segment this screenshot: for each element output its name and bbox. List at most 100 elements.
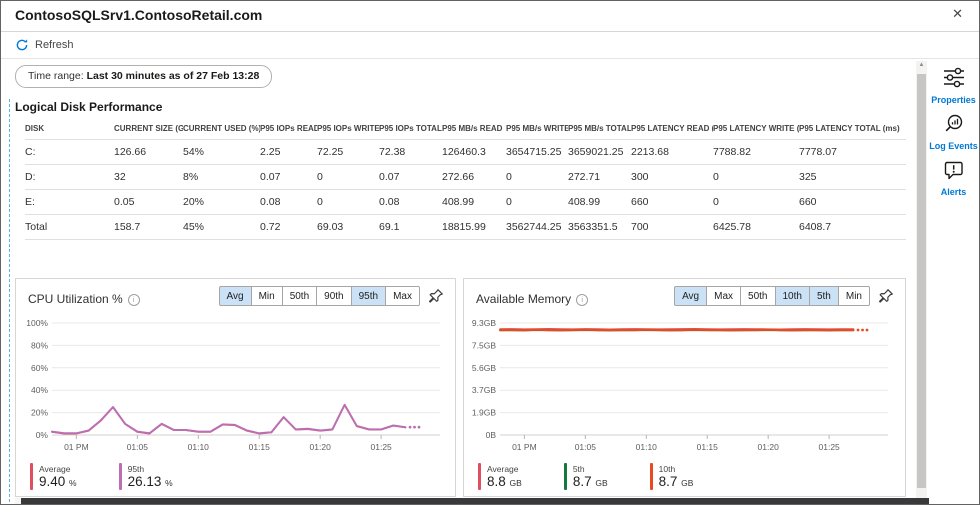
scroll-up-icon[interactable]: ▲ (916, 62, 927, 68)
table-cell: 0.72 (260, 214, 317, 240)
legend-value: 26.13 % (127, 474, 173, 489)
rail-item-label: Alerts (940, 187, 967, 197)
trailing-dot (408, 425, 412, 429)
legend-item: Average 8.8 GB (478, 463, 522, 491)
series-line-95th (51, 403, 407, 435)
table-cell: 6425.78 (713, 214, 799, 240)
alerts-icon (942, 161, 965, 185)
table-cell: 0.07 (379, 164, 442, 190)
left-dashed-guide (9, 99, 10, 502)
table-cell: 8% (183, 164, 260, 190)
legend-item: Average 9.40 % (30, 463, 77, 491)
table-cell: Total (25, 214, 114, 240)
refresh-icon (15, 38, 29, 52)
trailing-dot (856, 328, 860, 332)
legend-unit: GB (509, 478, 522, 488)
x-axis-label: 01:20 (310, 442, 332, 452)
agg-toggle-min[interactable]: Min (250, 286, 283, 306)
horizontal-scrollbar-thumb[interactable] (21, 498, 933, 504)
rail-item-log-events[interactable]: Log Events (929, 114, 978, 151)
section-title: Logical Disk Performance (15, 100, 163, 114)
legend-unit: % (165, 478, 173, 488)
rail-item-properties[interactable]: Properties (929, 66, 978, 105)
column-header: CURRENT SIZE (GB) (114, 117, 183, 140)
legend-value: 8.7 GB (658, 474, 694, 489)
vertical-scrollbar-thumb[interactable] (917, 74, 926, 488)
chart-legend: Average 9.40 % 95th 26.13 % (30, 463, 173, 491)
legend-value: 8.8 GB (487, 474, 522, 489)
chart-title: Available Memory i (476, 292, 589, 306)
legend-color-bar (118, 463, 122, 490)
agg-toggle-avg[interactable]: Avg (218, 286, 252, 306)
agg-toggle-50th[interactable]: 50th (281, 286, 318, 306)
app-window: ContosoSQLSrv1.ContosoRetail.com ✕ Refre… (0, 0, 980, 505)
info-icon[interactable]: i (127, 294, 140, 306)
agg-toggle-min[interactable]: Min (837, 286, 870, 306)
table-cell: 20% (183, 189, 260, 215)
agg-toggle-5th[interactable]: 5th (808, 286, 839, 306)
y-axis-label: 100% (26, 318, 48, 328)
legend-value: 8.7 GB (572, 474, 608, 489)
column-header: P95 LATENCY TOTAL (ms) (799, 117, 906, 140)
agg-toggle-95th[interactable]: 95th (350, 286, 387, 306)
toolbar: Refresh (1, 32, 979, 59)
table-cell: 3563351.5 (568, 214, 631, 240)
time-range-prefix: Time range: (28, 70, 87, 82)
table-cell: 0.05 (114, 189, 183, 215)
agg-toggle-90th[interactable]: 90th (316, 286, 352, 306)
y-axis-label: 7.5GB (472, 340, 496, 350)
table-row: Total 158.7 45% 0.72 69.03 69.1 18815.99 356274… (25, 214, 906, 240)
table-cell: 272.71 (568, 164, 631, 190)
table-cell: E: (25, 189, 114, 215)
agg-toggle-50th[interactable]: 50th (740, 286, 776, 306)
close-icon[interactable]: ✕ (952, 6, 963, 22)
legend-label: 95th (127, 464, 145, 474)
x-axis-label: 01:25 (819, 442, 841, 452)
agg-toggle-max[interactable]: Max (706, 286, 742, 306)
vertical-scrollbar: ▲ (916, 61, 927, 498)
pin-icon[interactable] (427, 288, 445, 306)
legend-unit: GB (681, 478, 694, 488)
legend-color-bar (649, 463, 653, 490)
refresh-button[interactable]: Refresh (13, 36, 76, 54)
legend-color-bar (30, 463, 33, 490)
x-axis-label: 01:05 (127, 442, 149, 452)
table-cell: 300 (631, 164, 713, 190)
legend-label: 5th (572, 464, 585, 474)
time-range-value: Last 30 minutes as of 27 Feb 13:28 (86, 70, 260, 82)
legend-item: 95th 26.13 % (118, 463, 173, 491)
table-cell: 3659021.25 (568, 139, 631, 165)
legend-label: Average (487, 464, 519, 474)
column-header: DISK (25, 117, 114, 140)
legend-unit: % (69, 478, 77, 488)
info-icon[interactable]: i (576, 294, 589, 306)
right-rail: Properties Log Events Alerts (929, 59, 978, 504)
properties-icon (941, 67, 967, 93)
legend-label: Average (39, 464, 71, 474)
y-axis-label: 0% (36, 430, 49, 440)
table-cell: 3654715.25 (506, 139, 568, 165)
rail-item-label: Log Events (929, 141, 978, 151)
table-cell: C: (25, 139, 114, 165)
agg-toggle-max[interactable]: Max (385, 286, 420, 306)
agg-toggle-avg[interactable]: Avg (674, 286, 708, 306)
x-axis-label: 01:10 (188, 442, 210, 452)
x-axis-label: 01 PM (512, 442, 537, 452)
legend-unit: GB (595, 478, 608, 488)
agg-toggle-10th[interactable]: 10th (774, 286, 810, 306)
pin-icon[interactable] (877, 288, 895, 306)
rail-item-alerts[interactable]: Alerts (929, 159, 978, 197)
table-cell: 700 (631, 214, 713, 240)
table-cell: 54% (183, 139, 260, 165)
x-axis-label: 01:15 (249, 442, 271, 452)
legend-label: 10th (658, 464, 676, 474)
time-range-filter[interactable]: Time range: Last 30 minutes as of 27 Feb… (15, 65, 273, 88)
table-cell: 18815.99 (442, 214, 506, 240)
x-axis-label: 01:20 (758, 442, 780, 452)
table-row: E: 0.05 20% 0.08 0 0.08 408.99 0 408.99 660 0 660 (25, 189, 906, 215)
titlebar: ContosoSQLSrv1.ContosoRetail.com ✕ (1, 1, 979, 32)
trailing-dot (417, 425, 421, 429)
table-cell: 126.66 (114, 139, 183, 165)
table-cell: 0.07 (260, 164, 317, 190)
cpu-line-chart: 100% 80% 60% 40% 20% 0% 01 PM 01:05 01:10 01:15 01… (26, 318, 440, 452)
